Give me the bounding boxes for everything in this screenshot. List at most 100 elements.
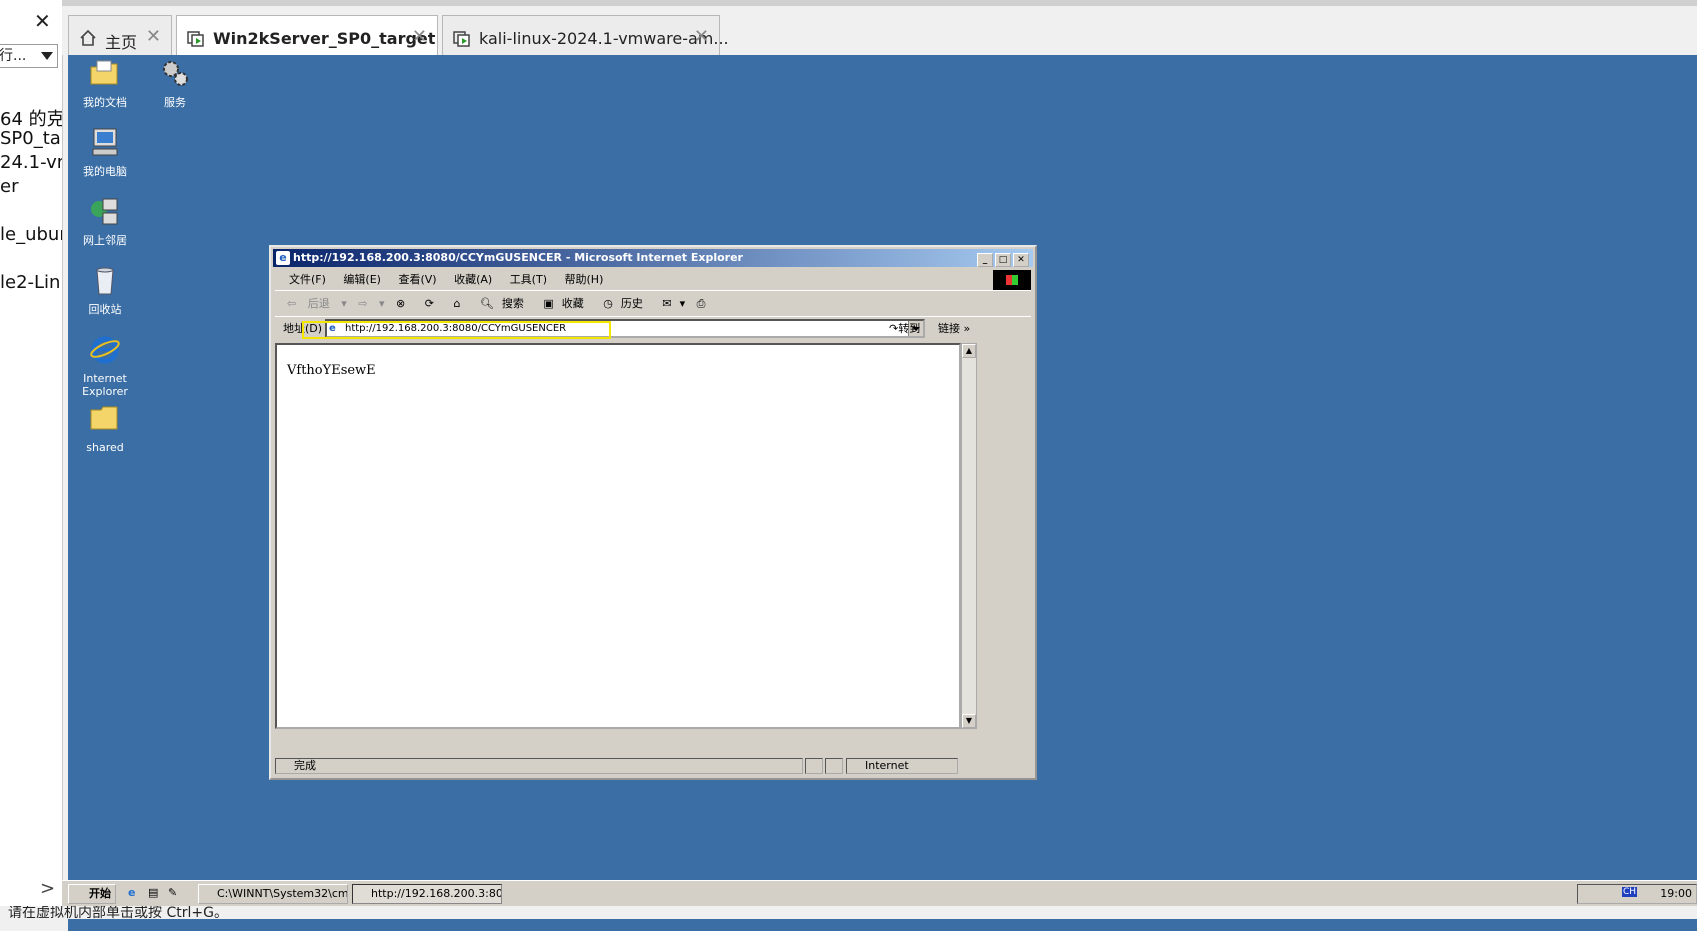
vm-icon bbox=[453, 31, 470, 47]
status-text: 完成 bbox=[294, 759, 316, 772]
back-arrow-icon: ⇦ bbox=[287, 297, 297, 310]
mail-button[interactable]: ✉ ▾ bbox=[662, 292, 685, 316]
ie-toolbar: ⇦ 后退 ▾ ⇨ ▾ ⊗ ⟳ ⌂ 🔍︎ 搜索 ▣ 收藏 ◷ 历史 ✉ ▾ ⎙ bbox=[275, 292, 1031, 317]
search-label: 搜索 bbox=[501, 297, 524, 310]
vertical-scrollbar[interactable]: ▲ ▼ bbox=[961, 343, 977, 729]
desktop-icon-label: 服务 bbox=[164, 96, 186, 109]
favorites-button[interactable]: ▣ 收藏 bbox=[543, 292, 591, 316]
print-button[interactable]: ⎙ bbox=[697, 292, 714, 316]
menu-edit[interactable]: 编辑(E) bbox=[343, 273, 381, 286]
ie-quicklaunch-icon[interactable]: e bbox=[128, 886, 144, 902]
zone-text: Internet bbox=[865, 759, 909, 772]
go-button[interactable]: ↷转到 bbox=[889, 318, 920, 340]
favorites-label: 收藏 bbox=[561, 297, 584, 310]
tray-clock: 19:00 bbox=[1660, 887, 1692, 900]
search-button[interactable]: 🔍︎ 搜索 bbox=[480, 292, 532, 316]
ie-menu-bar: 文件(F) 编辑(E) 查看(V) 收藏(A) 工具(T) 帮助(H) bbox=[275, 270, 1031, 291]
go-label: 转到 bbox=[898, 322, 921, 335]
library-item[interactable]: le2-Lin bbox=[0, 272, 60, 293]
library-close-button[interactable]: ✕ bbox=[34, 9, 51, 33]
library-filter-dropdown[interactable]: 行... bbox=[0, 44, 58, 68]
menu-help[interactable]: 帮助(H) bbox=[565, 273, 604, 286]
desktop-icon-my-documents[interactable]: 我的文档 bbox=[73, 57, 137, 109]
outlook-quicklaunch-icon[interactable]: ✎ bbox=[168, 886, 184, 902]
desktop-icon-label: shared bbox=[86, 441, 124, 454]
recycle-bin-icon bbox=[96, 267, 114, 295]
back-button[interactable]: ⇦ 后退 ▾ bbox=[287, 292, 347, 316]
favorites-icon: ▣ bbox=[543, 297, 554, 310]
vm-tab-strip: 主页 ✕ Win2kServer_SP0_target ✕ kali-linux… bbox=[62, 0, 1697, 62]
internet-explorer-icon bbox=[90, 336, 120, 364]
guest-desktop[interactable]: 我的文档 服务 我的电脑 网上邻居 回收站 Internet Explorer … bbox=[68, 55, 1697, 931]
status-cell bbox=[805, 758, 823, 774]
taskbar-item-cmd[interactable]: C:\WINNT\System32\cmd... bbox=[198, 884, 348, 904]
mail-icon: ✉ bbox=[662, 297, 672, 310]
taskbar-item-ie[interactable]: http://192.168.200.3:80... bbox=[352, 884, 502, 904]
menu-favorites[interactable]: 收藏(A) bbox=[454, 273, 492, 286]
ie-page-content[interactable]: VfthoYEsewE bbox=[275, 343, 961, 729]
refresh-button[interactable]: ⟳ bbox=[425, 292, 442, 316]
menu-view[interactable]: 查看(V) bbox=[398, 273, 436, 286]
start-label: 开始 bbox=[89, 887, 111, 900]
windows-logo-icon bbox=[993, 270, 1031, 290]
guest-taskbar: 开始 e ▤ ✎ C:\WINNT\System32\cmd... http:/… bbox=[62, 880, 1697, 907]
links-button[interactable]: 链接 » bbox=[938, 318, 970, 340]
forward-button[interactable]: ⇨ ▾ bbox=[358, 292, 384, 316]
refresh-icon: ⟳ bbox=[424, 297, 434, 310]
history-icon: ◷ bbox=[603, 297, 613, 310]
menu-tools[interactable]: 工具(T) bbox=[510, 273, 547, 286]
stop-button[interactable]: ⊗ bbox=[396, 292, 413, 316]
maximize-button[interactable]: □ bbox=[995, 253, 1011, 267]
ie-window[interactable]: e http://192.168.200.3:8080/CCYmGUSENCER… bbox=[269, 245, 1037, 780]
vm-status-message: 请在虚拟机内部单击或按 Ctrl+G。 bbox=[8, 906, 228, 919]
search-icon: 🔍︎ bbox=[479, 297, 494, 310]
desktop-icon-internet-explorer[interactable]: Internet Explorer bbox=[73, 333, 137, 398]
history-button[interactable]: ◷ 历史 bbox=[603, 292, 651, 316]
desktop-icon-label: 我的电脑 bbox=[83, 165, 127, 178]
desktop-icon-recycle-bin[interactable]: 回收站 bbox=[73, 264, 137, 316]
library-filter-value: 行... bbox=[0, 48, 27, 64]
status-done: 完成 bbox=[275, 758, 803, 774]
menu-file[interactable]: 文件(F) bbox=[289, 273, 326, 286]
task-label: C:\WINNT\System32\cmd... bbox=[217, 887, 348, 900]
scroll-up-icon[interactable]: ▲ bbox=[962, 344, 976, 358]
tray-language[interactable]: CH bbox=[1622, 887, 1638, 897]
desktop-icon-label: 我的文档 bbox=[83, 96, 127, 109]
status-zone: Internet bbox=[846, 758, 958, 774]
start-button[interactable]: 开始 bbox=[68, 884, 116, 904]
home-icon: ⌂ bbox=[453, 297, 461, 310]
library-item[interactable]: le_ubun bbox=[0, 224, 62, 245]
close-button[interactable]: ✕ bbox=[1013, 253, 1029, 267]
close-icon[interactable]: ✕ bbox=[146, 26, 161, 47]
home-button[interactable]: ⌂ bbox=[453, 292, 468, 316]
tab-label: 主页 bbox=[105, 33, 138, 52]
minimize-button[interactable]: _ bbox=[977, 253, 993, 267]
close-icon[interactable]: ✕ bbox=[412, 26, 427, 47]
desktop-icon-shared[interactable]: shared bbox=[73, 402, 137, 454]
gear-icon bbox=[163, 61, 188, 86]
desktop-icon-services[interactable]: 服务 bbox=[143, 57, 207, 109]
network-icon bbox=[91, 198, 118, 225]
task-label: http://192.168.200.3:80... bbox=[371, 887, 502, 900]
tab-label: kali-linux-2024.1-vmware-am... bbox=[479, 29, 729, 48]
back-label: 后退 bbox=[307, 297, 330, 310]
folder-icon bbox=[90, 406, 118, 430]
computer-icon bbox=[92, 128, 118, 156]
tab-label: Win2kServer_SP0_target bbox=[213, 29, 436, 48]
stop-icon: ⊗ bbox=[396, 297, 406, 310]
library-item[interactable]: er bbox=[0, 176, 18, 197]
library-item[interactable]: SP0_ta bbox=[0, 128, 61, 149]
library-item[interactable]: 24.1-vm bbox=[0, 152, 62, 173]
ie-title-bar[interactable]: e http://192.168.200.3:8080/CCYmGUSENCER… bbox=[273, 249, 1033, 267]
desktop-quicklaunch-icon[interactable]: ▤ bbox=[148, 886, 164, 902]
desktop-icon-network[interactable]: 网上邻居 bbox=[73, 195, 137, 247]
forward-arrow-icon: ⇨ bbox=[358, 297, 368, 310]
close-icon[interactable]: ✕ bbox=[694, 26, 709, 47]
chevron-right-icon[interactable]: > bbox=[40, 878, 55, 899]
history-label: 历史 bbox=[620, 297, 643, 310]
print-icon: ⎙ bbox=[696, 297, 706, 310]
scroll-down-icon[interactable]: ▼ bbox=[962, 714, 976, 728]
desktop-icon-my-computer[interactable]: 我的电脑 bbox=[73, 126, 137, 178]
folder-icon bbox=[90, 60, 118, 85]
desktop-icon-label: Internet Explorer bbox=[82, 372, 128, 398]
